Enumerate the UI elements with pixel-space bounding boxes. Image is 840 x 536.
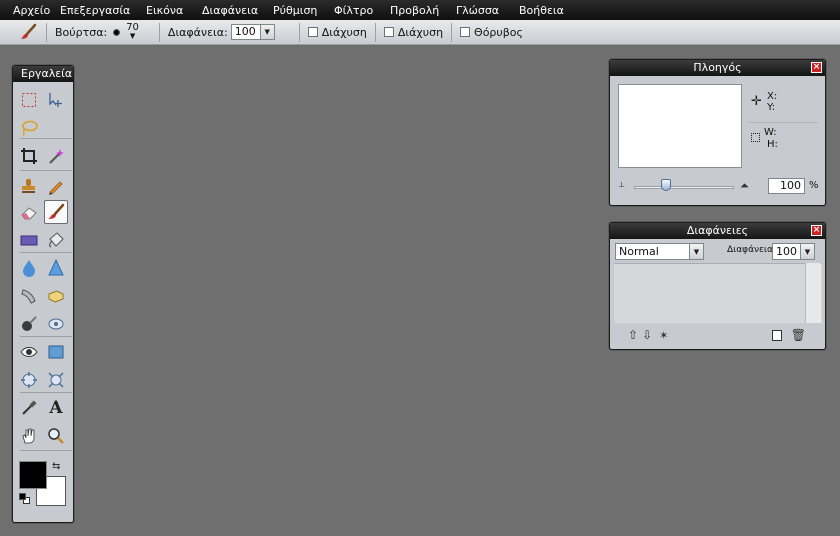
sponge-icon[interactable] bbox=[44, 284, 68, 308]
menu-layer[interactable]: Διαφάνεια bbox=[202, 4, 273, 17]
zoom-out-icon[interactable]: ⟂ bbox=[619, 180, 624, 190]
layer-list-scrollbar[interactable] bbox=[805, 263, 821, 323]
navigator-thumbnail[interactable] bbox=[618, 84, 742, 168]
zoom-magnifier-icon[interactable] bbox=[44, 424, 68, 448]
x-label: X: bbox=[767, 91, 778, 102]
red-eye-icon[interactable] bbox=[17, 340, 41, 364]
paint-bucket-icon[interactable] bbox=[17, 228, 41, 252]
smudge-finger-icon[interactable] bbox=[17, 284, 41, 308]
opacity-input[interactable]: 100 bbox=[230, 24, 261, 40]
brush-size-value: 70 bbox=[126, 22, 139, 33]
lasso-icon[interactable] bbox=[17, 116, 41, 140]
foreground-color-swatch[interactable] bbox=[19, 461, 47, 489]
opacity-dropdown-icon[interactable]: ▼ bbox=[260, 24, 275, 40]
menu-view[interactable]: Προβολή bbox=[390, 4, 456, 17]
brush-preview-icon[interactable]: 70 ▼ bbox=[113, 23, 139, 41]
zoom-input[interactable]: 100 bbox=[768, 178, 805, 194]
diffusion-checkbox-1[interactable]: Διάχυση bbox=[307, 25, 367, 39]
noise-label: Θόρυβος bbox=[474, 25, 523, 39]
y-label: Y: bbox=[767, 102, 776, 113]
rectangle-shape-icon[interactable] bbox=[44, 340, 68, 364]
sharpen-triangle-icon[interactable] bbox=[44, 256, 68, 280]
menu-bar: Αρχείο Επεξεργασία Εικόνα Διαφάνεια Ρύθμ… bbox=[0, 0, 840, 20]
pinch-icon[interactable] bbox=[44, 368, 68, 392]
layer-styles-icon[interactable]: ✶ bbox=[659, 329, 668, 342]
blend-mode-dropdown-icon[interactable]: ▼ bbox=[690, 243, 704, 260]
bloat-icon[interactable] bbox=[17, 368, 41, 392]
w-label: W: bbox=[764, 127, 777, 138]
eraser-icon[interactable] bbox=[17, 200, 41, 224]
layers-footer: ⇧ ⇩ ✶ 🗑 bbox=[614, 325, 822, 345]
layers-title-text: Διαφάνειες bbox=[686, 224, 749, 237]
brush-tool-icon bbox=[18, 22, 40, 42]
navigator-close-icon[interactable]: × bbox=[811, 62, 822, 73]
opacity-label: Διαφάνεια: bbox=[167, 25, 228, 39]
brush-tool-button-icon[interactable] bbox=[44, 200, 68, 224]
checkbox-box[interactable] bbox=[460, 27, 471, 37]
h-label: H: bbox=[767, 139, 778, 150]
move-layer-down-icon[interactable]: ⇩ bbox=[642, 328, 652, 342]
layer-opacity-input[interactable]: 100 bbox=[772, 243, 801, 260]
default-colors-icon[interactable] bbox=[19, 493, 31, 505]
brush-label: Βούρτσα: bbox=[55, 25, 108, 39]
menu-filter[interactable]: Φίλτρο bbox=[334, 4, 390, 17]
options-bar: Βούρτσα: 70 ▼ Διαφάνεια: 100 ▼ Διάχυση Δ… bbox=[0, 20, 840, 45]
layers-panel: Διαφάνειες × Normal ▼ Διαφάνεια: 100 ▼ ⇧… bbox=[609, 222, 826, 350]
checkbox-box[interactable] bbox=[307, 27, 318, 37]
delete-layer-icon[interactable]: 🗑 bbox=[791, 328, 806, 342]
layers-title: Διαφάνειες × bbox=[610, 223, 825, 239]
move-layer-up-icon[interactable]: ⇧ bbox=[628, 328, 638, 342]
menu-help[interactable]: Βοήθεια bbox=[519, 4, 564, 17]
diffusion-label-2: Διάχυση bbox=[397, 25, 444, 39]
crosshair-icon: ✛ bbox=[751, 94, 762, 109]
blur-drop-icon[interactable] bbox=[17, 256, 41, 280]
burn-icon[interactable] bbox=[17, 312, 41, 336]
layers-close-icon[interactable]: × bbox=[811, 225, 822, 236]
menu-language[interactable]: Γλώσσα bbox=[456, 4, 519, 17]
new-layer-icon[interactable] bbox=[771, 329, 782, 341]
pencil-icon[interactable] bbox=[44, 174, 68, 198]
tools-panel-title: Εργαλεία bbox=[13, 66, 73, 82]
blend-mode-select[interactable]: Normal bbox=[615, 243, 690, 260]
checkbox-box[interactable] bbox=[383, 27, 394, 37]
hand-icon[interactable] bbox=[17, 424, 41, 448]
swap-colors-icon[interactable]: ⇆ bbox=[52, 461, 60, 472]
magic-wand-icon[interactable] bbox=[44, 144, 68, 168]
layer-opacity-label: Διαφάνεια: bbox=[727, 245, 776, 255]
navigator-title: Πλοηγός × bbox=[610, 60, 825, 76]
diffusion-checkbox-2[interactable]: Διάχυση bbox=[383, 25, 444, 39]
text-tool-icon[interactable]: A bbox=[44, 396, 68, 420]
dodge-icon[interactable] bbox=[44, 312, 68, 336]
move-select-icon[interactable] bbox=[44, 88, 68, 112]
navigator-title-text: Πλοηγός bbox=[693, 61, 742, 74]
navigator-panel: Πλοηγός × ✛ X: Y: W: H: ⟂ ⏶ 100 % bbox=[609, 59, 826, 206]
tools-panel: Εργαλεία A ⇆ bbox=[12, 65, 74, 523]
eyedropper-icon[interactable] bbox=[17, 396, 41, 420]
layer-list[interactable] bbox=[614, 263, 822, 323]
noise-checkbox[interactable]: Θόρυβος bbox=[460, 26, 523, 39]
zoom-in-icon[interactable]: ⏶ bbox=[740, 179, 749, 193]
brush-dropdown-arrow-icon[interactable]: ▼ bbox=[130, 32, 135, 41]
dimensions-icon bbox=[751, 133, 760, 142]
marquee-select-icon[interactable] bbox=[17, 88, 41, 112]
gradient-fill-icon[interactable] bbox=[44, 228, 68, 252]
zoom-slider-handle[interactable] bbox=[661, 179, 671, 191]
zoom-slider-track[interactable] bbox=[634, 186, 734, 189]
crop-icon[interactable] bbox=[17, 144, 41, 168]
menu-edit[interactable]: Επεξεργασία bbox=[60, 4, 146, 17]
menu-image[interactable]: Εικόνα bbox=[146, 4, 202, 17]
clone-stamp-icon[interactable] bbox=[17, 174, 41, 198]
menu-adjust[interactable]: Ρύθμιση bbox=[273, 4, 334, 17]
menu-file[interactable]: Αρχείο bbox=[13, 4, 60, 17]
zoom-unit: % bbox=[809, 180, 819, 191]
diffusion-label-1: Διάχυση bbox=[321, 25, 367, 39]
layer-opacity-dropdown-icon[interactable]: ▼ bbox=[801, 243, 815, 260]
